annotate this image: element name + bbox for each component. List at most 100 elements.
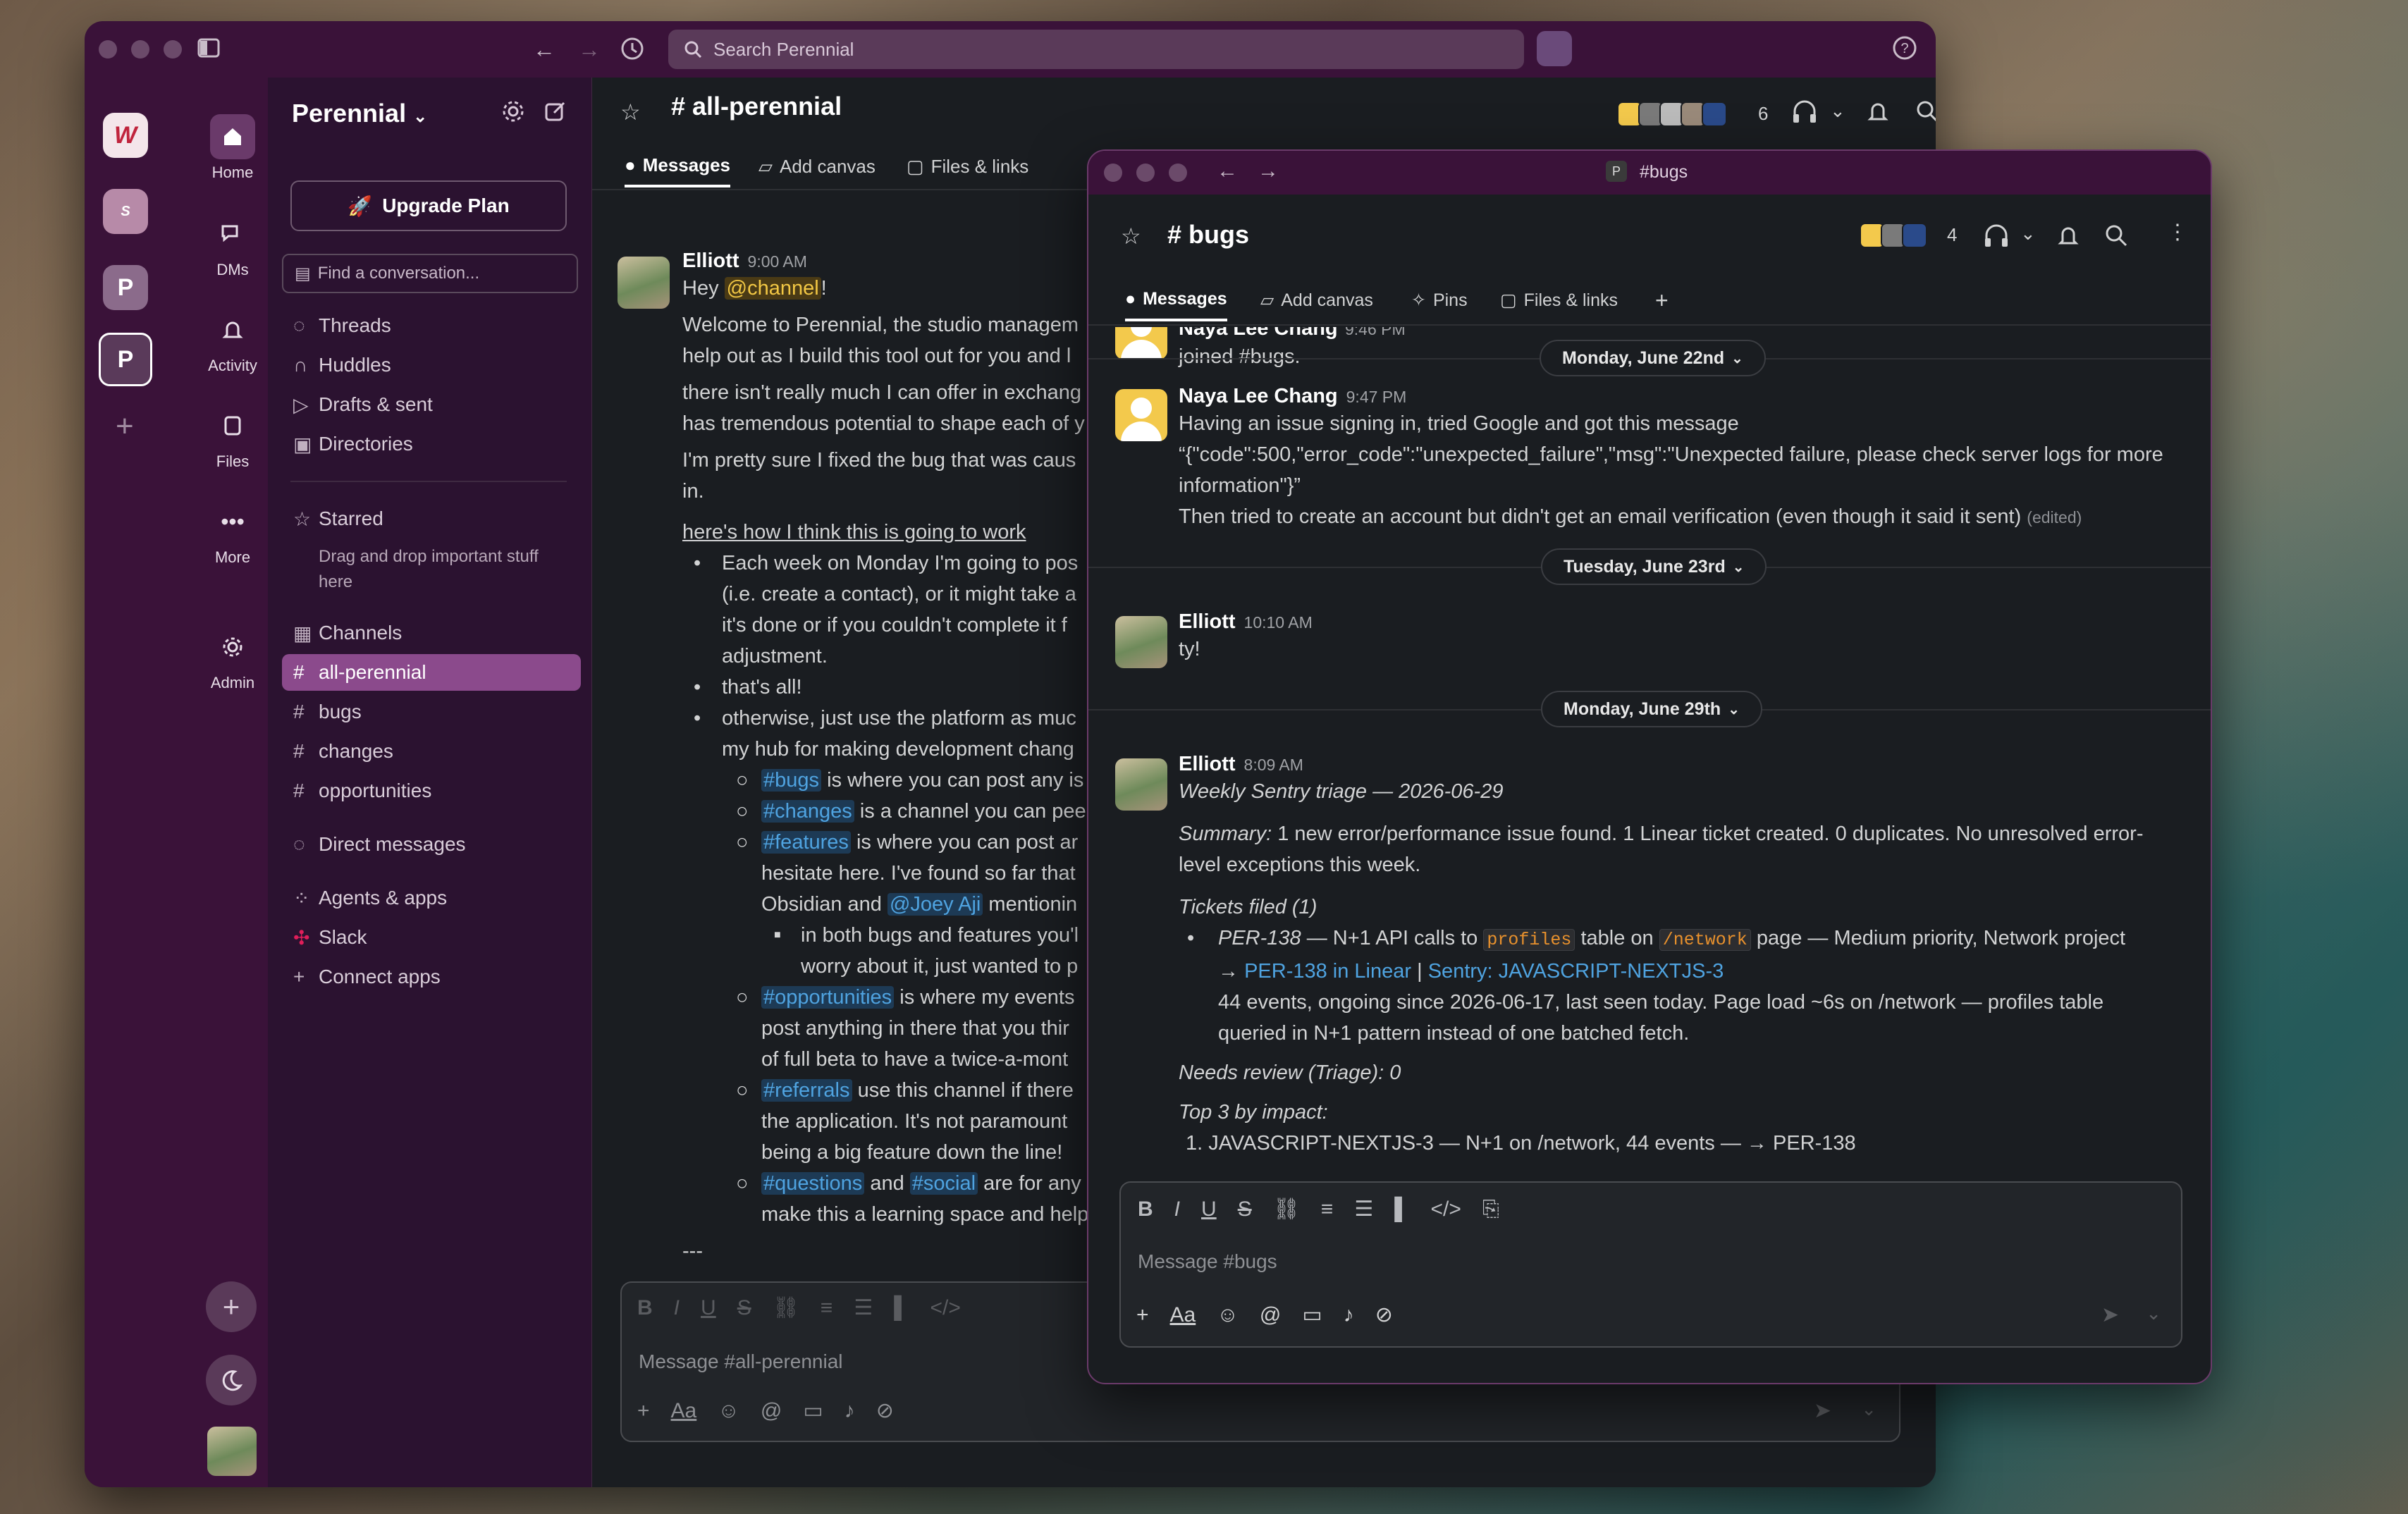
video-icon[interactable]: ▭ (803, 1398, 823, 1423)
blockquote-icon[interactable]: ▌ (894, 1296, 909, 1320)
social-channel-link[interactable]: #social (909, 1172, 978, 1195)
channel-mention[interactable]: @channel (724, 277, 821, 300)
send-options-chevron-icon[interactable]: ⌄ (1861, 1398, 1876, 1420)
underline-icon[interactable]: U (701, 1296, 716, 1320)
naya-avatar-partial[interactable] (1115, 327, 1167, 359)
code-icon[interactable]: </> (1430, 1198, 1461, 1221)
bullet-list-icon[interactable]: ☰ (854, 1295, 873, 1320)
member-avatars[interactable] (1617, 101, 1727, 127)
changes-channel-link[interactable]: #changes (761, 800, 854, 823)
slash-command-icon[interactable]: ⊘ (876, 1398, 894, 1423)
nav-more[interactable]: ••• More (183, 499, 282, 567)
tab-files-links[interactable]: ▢ Files & links (907, 145, 1028, 187)
italic-icon[interactable]: I (674, 1296, 680, 1320)
sidebar-item-directories[interactable]: ▣ Directories (282, 426, 581, 462)
sidebar-section-dms[interactable]: ◌ Direct messages (282, 826, 581, 863)
code-icon[interactable]: </> (930, 1296, 960, 1320)
mention-icon[interactable]: @ (761, 1399, 782, 1423)
bugs-minimize-button[interactable] (1136, 164, 1155, 182)
tab-add-canvas[interactable]: ▱ Add canvas (758, 145, 876, 187)
attach-plus-icon[interactable]: + (637, 1399, 650, 1423)
format-aa-icon[interactable]: Aa (671, 1399, 697, 1423)
sidebar-item-threads[interactable]: ◌ Threads (282, 307, 581, 344)
nav-files[interactable]: Files (183, 403, 282, 471)
mic-icon[interactable]: ♪ (1344, 1303, 1354, 1327)
sidebar-item-drafts[interactable]: ▷ Drafts & sent (282, 386, 581, 423)
code-block-icon[interactable]: ⎘ (1482, 1198, 1499, 1221)
workspace-name[interactable]: Perennial ⌄ (292, 99, 427, 128)
bugs-huddle-chevron-icon[interactable]: ⌄ (2020, 223, 2036, 245)
back-arrow-icon[interactable]: ← (533, 37, 555, 63)
message-author[interactable]: Elliott (682, 250, 739, 272)
send-icon[interactable]: ➤ (1814, 1398, 1831, 1423)
help-icon[interactable]: ? (1892, 35, 1917, 61)
add-workspace-icon[interactable]: + (116, 409, 134, 444)
ordered-list-icon[interactable]: ≡ (1321, 1198, 1334, 1221)
workspace-perennial-icon[interactable]: P (99, 333, 152, 386)
bugs-close-button[interactable] (1104, 164, 1122, 182)
bugs-message-composer[interactable]: B I U S ⛓ ≡ ☰ ▌ </> ⎘ Message #bugs + Aa ☺ @ ▭ ♪ ⊘ ➤ ⌄ (1119, 1181, 2182, 1348)
compose-icon[interactable] (543, 99, 568, 124)
sidebar-item-huddles[interactable]: ∩ Huddles (282, 347, 581, 383)
bugs-bell-icon[interactable] (2056, 223, 2081, 248)
date-pill-june-29[interactable]: Monday, June 29th ⌄ (1541, 691, 1762, 727)
zoom-window-button[interactable] (164, 40, 182, 59)
bugs-search-icon[interactable] (2103, 223, 2129, 248)
channel-title[interactable]: # all-perennial (671, 92, 842, 121)
bugs-member-count[interactable]: 4 (1947, 224, 1957, 246)
elliott-avatar[interactable] (1115, 616, 1167, 668)
opportunities-channel-link[interactable]: #opportunities (761, 986, 895, 1009)
bugs-back-arrow-icon[interactable]: ← (1217, 159, 1238, 183)
sidebar-item-all-perennial[interactable]: # all-perennial (282, 654, 581, 691)
naya-avatar[interactable] (1115, 389, 1167, 441)
format-aa-icon[interactable]: Aa (1170, 1303, 1196, 1327)
ai-assistant-icon[interactable] (1537, 31, 1572, 66)
create-new-button[interactable]: + (206, 1281, 257, 1332)
minimize-window-button[interactable] (131, 40, 149, 59)
bugs-forward-arrow-icon[interactable]: → (1258, 159, 1279, 183)
send-icon[interactable]: ➤ (2101, 1303, 2119, 1327)
linear-link[interactable]: PER-138 in Linear (1244, 960, 1411, 983)
bugs-tab-add-canvas[interactable]: ▱ Add canvas (1260, 279, 1373, 321)
blockquote-icon[interactable]: ▌ (1394, 1198, 1409, 1221)
nav-dms[interactable]: DMs (183, 211, 282, 279)
star-channel-icon[interactable]: ☆ (620, 99, 641, 125)
bugs-channel-title[interactable]: # bugs (1167, 220, 1249, 250)
bugs-channel-link[interactable]: #bugs (761, 769, 822, 792)
link-icon[interactable]: ⛓ (1273, 1197, 1300, 1221)
partial-author[interactable]: Naya Lee Chang (1179, 327, 1338, 340)
strike-icon[interactable]: S (1238, 1198, 1252, 1221)
tab-messages[interactable]: ● Messages (625, 145, 731, 187)
notification-bell-icon[interactable] (1865, 99, 1891, 124)
slash-command-icon[interactable]: ⊘ (1375, 1303, 1393, 1327)
sidebar-item-connect-apps[interactable]: + Connect apps (282, 959, 581, 995)
sidebar-item-opportunities[interactable]: # opportunities (282, 773, 581, 809)
bugs-kebab-icon[interactable]: ⋮ (2167, 220, 2188, 245)
nav-activity[interactable]: Activity (183, 307, 282, 375)
message-time[interactable]: 9:00 AM (748, 252, 807, 271)
mic-icon[interactable]: ♪ (844, 1399, 855, 1423)
workspace-logo-studio[interactable]: S (103, 189, 148, 234)
workspace-p-icon[interactable]: P (103, 265, 148, 310)
elliott-time[interactable]: 10:10 AM (1244, 613, 1313, 632)
elliott-author[interactable]: Elliott (1179, 753, 1236, 775)
history-icon[interactable] (620, 37, 644, 61)
bugs-headphones-icon[interactable] (1982, 223, 2010, 248)
bold-icon[interactable]: B (637, 1296, 653, 1320)
strike-icon[interactable]: S (737, 1296, 751, 1320)
questions-channel-link[interactable]: #questions (761, 1172, 865, 1195)
sidebar-item-changes[interactable]: # changes (282, 733, 581, 770)
headphones-icon[interactable] (1790, 99, 1819, 124)
date-pill-june-23[interactable]: Tuesday, June 23rd ⌄ (1541, 548, 1767, 585)
find-conversation-input[interactable]: ▤ Find a conversation... (282, 254, 578, 293)
upgrade-plan-button[interactable]: 🚀 Upgrade Plan (290, 180, 567, 231)
forward-arrow-icon[interactable]: → (578, 37, 601, 63)
bugs-tab-add[interactable]: + (1655, 279, 1669, 321)
sentry-link[interactable]: Sentry: JAVASCRIPT-NEXTJS-3 (1428, 960, 1724, 983)
send-options-chevron-icon[interactable]: ⌄ (2146, 1303, 2161, 1324)
mention-icon[interactable]: @ (1260, 1303, 1281, 1327)
elliott-avatar[interactable] (618, 257, 670, 309)
bold-icon[interactable]: B (1138, 1198, 1153, 1221)
bugs-star-icon[interactable]: ☆ (1121, 223, 1141, 250)
user-avatar[interactable] (207, 1427, 257, 1476)
